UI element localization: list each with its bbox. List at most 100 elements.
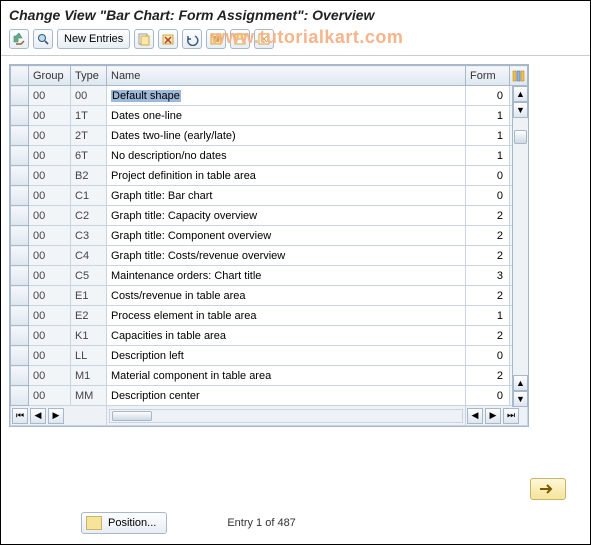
cell-form[interactable]: 0 — [466, 86, 510, 106]
cell-form[interactable]: 3 — [466, 266, 510, 286]
cell-name[interactable]: Graph title: Component overview — [107, 226, 466, 246]
vscroll-up-icon[interactable]: ▲ — [513, 86, 528, 102]
cell-group[interactable]: 00 — [29, 326, 71, 346]
cell-group[interactable]: 00 — [29, 366, 71, 386]
row-selector[interactable] — [11, 126, 29, 146]
cell-form[interactable]: 1 — [466, 106, 510, 126]
row-selector[interactable] — [11, 366, 29, 386]
cell-name[interactable]: Process element in table area — [107, 306, 466, 326]
cell-form[interactable]: 0 — [466, 166, 510, 186]
hscroll-last-icon[interactable]: ⏭ — [503, 408, 519, 424]
cell-form[interactable]: 2 — [466, 246, 510, 266]
copy-as-icon[interactable] — [134, 29, 154, 49]
other-view-icon[interactable] — [9, 29, 29, 49]
cell-type[interactable]: 6T — [71, 146, 107, 166]
cell-name[interactable]: Material component in table area — [107, 366, 466, 386]
new-entries-button[interactable]: New Entries — [57, 29, 130, 49]
cell-type[interactable]: M1 — [71, 366, 107, 386]
cell-group[interactable]: 00 — [29, 386, 71, 406]
cell-name[interactable]: Costs/revenue in table area — [107, 286, 466, 306]
cell-group[interactable]: 00 — [29, 266, 71, 286]
vscroll-down-icon[interactable]: ▼ — [513, 102, 528, 118]
cell-name[interactable]: No description/no dates — [107, 146, 466, 166]
row-selector[interactable] — [11, 206, 29, 226]
cell-form[interactable]: 2 — [466, 226, 510, 246]
cell-group[interactable]: 00 — [29, 346, 71, 366]
cell-form[interactable]: 0 — [466, 186, 510, 206]
find-icon[interactable] — [33, 29, 53, 49]
vscroll-track[interactable] — [513, 118, 528, 375]
cell-form[interactable]: 0 — [466, 386, 510, 406]
cell-type[interactable]: 1T — [71, 106, 107, 126]
cell-form[interactable]: 1 — [466, 146, 510, 166]
row-selector[interactable] — [11, 346, 29, 366]
hscroll-thumb[interactable] — [112, 411, 152, 421]
cell-form[interactable]: 2 — [466, 286, 510, 306]
hscroll-right2-icon[interactable]: ▶ — [485, 408, 501, 424]
cell-form[interactable]: 2 — [466, 366, 510, 386]
row-selector[interactable] — [11, 246, 29, 266]
cell-group[interactable]: 00 — [29, 166, 71, 186]
row-selector[interactable] — [11, 326, 29, 346]
cell-group[interactable]: 00 — [29, 306, 71, 326]
cell-type[interactable]: K1 — [71, 326, 107, 346]
row-selector[interactable] — [11, 106, 29, 126]
row-selector[interactable] — [11, 186, 29, 206]
col-group[interactable]: Group — [29, 66, 71, 86]
cell-name[interactable]: Dates one-line — [107, 106, 466, 126]
cell-type[interactable]: MM — [71, 386, 107, 406]
configure-columns-icon[interactable] — [510, 66, 528, 86]
cell-type[interactable]: LL — [71, 346, 107, 366]
cell-group[interactable]: 00 — [29, 226, 71, 246]
hscroll-track[interactable] — [109, 409, 463, 423]
hscroll-left-icon[interactable]: ◀ — [30, 408, 46, 424]
cell-type[interactable]: C4 — [71, 246, 107, 266]
cell-group[interactable]: 00 — [29, 246, 71, 266]
continue-button[interactable] — [530, 478, 566, 500]
row-selector[interactable] — [11, 306, 29, 326]
cell-type[interactable]: C2 — [71, 206, 107, 226]
cell-name[interactable]: Default shape — [107, 86, 466, 106]
cell-form[interactable]: 1 — [466, 126, 510, 146]
vscroll-up2-icon[interactable]: ▲ — [513, 375, 528, 391]
row-selector[interactable] — [11, 146, 29, 166]
deselect-all-icon[interactable] — [254, 29, 274, 49]
cell-name[interactable]: Capacities in table area — [107, 326, 466, 346]
cell-group[interactable]: 00 — [29, 186, 71, 206]
hscroll-first-icon[interactable]: ⏮ — [12, 408, 28, 424]
cell-form[interactable]: 1 — [466, 306, 510, 326]
cell-type[interactable]: C1 — [71, 186, 107, 206]
vscroll-down2-icon[interactable]: ▼ — [513, 391, 528, 407]
cell-form[interactable]: 2 — [466, 206, 510, 226]
col-form[interactable]: Form — [466, 66, 510, 86]
hscroll-left2-icon[interactable]: ◀ — [467, 408, 483, 424]
cell-type[interactable]: 00 — [71, 86, 107, 106]
col-type[interactable]: Type — [71, 66, 107, 86]
vscroll-thumb[interactable] — [514, 130, 527, 144]
row-selector[interactable] — [11, 226, 29, 246]
cell-group[interactable]: 00 — [29, 206, 71, 226]
cell-name[interactable]: Description center — [107, 386, 466, 406]
cell-name[interactable]: Project definition in table area — [107, 166, 466, 186]
cell-type[interactable]: C3 — [71, 226, 107, 246]
position-button[interactable]: Position... — [81, 512, 167, 534]
cell-group[interactable]: 00 — [29, 86, 71, 106]
cell-group[interactable]: 00 — [29, 126, 71, 146]
hscroll-right-icon[interactable]: ▶ — [48, 408, 64, 424]
delete-icon[interactable] — [158, 29, 178, 49]
cell-group[interactable]: 00 — [29, 146, 71, 166]
cell-type[interactable]: E2 — [71, 306, 107, 326]
row-selector[interactable] — [11, 266, 29, 286]
row-selector[interactable] — [11, 286, 29, 306]
cell-group[interactable]: 00 — [29, 286, 71, 306]
cell-name[interactable]: Description left — [107, 346, 466, 366]
cell-type[interactable]: E1 — [71, 286, 107, 306]
cell-name[interactable]: Dates two-line (early/late) — [107, 126, 466, 146]
cell-type[interactable]: 2T — [71, 126, 107, 146]
cell-name[interactable]: Graph title: Bar chart — [107, 186, 466, 206]
select-block-icon[interactable] — [230, 29, 250, 49]
cell-name[interactable]: Graph title: Capacity overview — [107, 206, 466, 226]
cell-form[interactable]: 2 — [466, 326, 510, 346]
cell-name[interactable]: Graph title: Costs/revenue overview — [107, 246, 466, 266]
row-selector[interactable] — [11, 166, 29, 186]
